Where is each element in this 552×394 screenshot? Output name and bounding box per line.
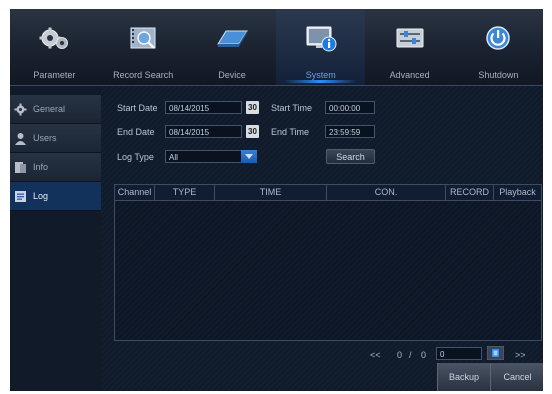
pager-first-button[interactable]: <<: [370, 350, 381, 360]
pager-total-pages: 0: [421, 350, 427, 360]
tab-label: Device: [218, 70, 246, 80]
tab-label: Record Search: [113, 70, 174, 80]
end-time-label: End Time: [271, 127, 310, 137]
log-type-label: Log Type: [117, 152, 154, 162]
sidebar: General Users Info Log: [10, 86, 101, 391]
start-date-label: Start Date: [117, 103, 158, 113]
backup-button[interactable]: Backup: [437, 363, 490, 391]
pager-last-button[interactable]: >>: [515, 350, 526, 360]
dvr-screen: Parameter Record Search Device System Ad…: [10, 9, 543, 391]
user-icon: [15, 132, 26, 145]
start-time-label: Start Time: [271, 103, 313, 113]
tab-parameter[interactable]: Parameter: [10, 9, 99, 85]
end-date-label: End Date: [117, 127, 155, 137]
tab-device[interactable]: Device: [188, 9, 277, 85]
tab-record-search[interactable]: Record Search: [99, 9, 188, 85]
start-date-calendar-icon[interactable]: 30: [246, 101, 259, 114]
column-header-playback: Playback: [499, 187, 536, 197]
column-header-time: TIME: [215, 185, 327, 200]
sidebar-item-log[interactable]: Log: [10, 182, 101, 211]
tab-advanced[interactable]: Advanced: [365, 9, 454, 85]
log-icon: [15, 190, 26, 202]
end-date-calendar-icon[interactable]: 30: [246, 125, 259, 138]
column-header-channel: Channel: [115, 185, 155, 200]
column-header-con: CON.: [327, 185, 446, 200]
log-table: Channel TYPE TIME CON. RECORD Playback: [114, 184, 542, 341]
main-menu-bar: Parameter Record Search Device System Ad…: [10, 9, 543, 86]
sidebar-item-users[interactable]: Users: [10, 124, 101, 153]
search-button[interactable]: Search: [326, 149, 375, 164]
active-tab-indicator: [284, 80, 358, 83]
start-date-field[interactable]: 08/14/2015: [165, 101, 242, 114]
gears-icon: [39, 27, 69, 49]
pager-separator: /: [409, 350, 412, 360]
tab-label: System: [305, 70, 336, 80]
end-time-field[interactable]: 23:59:59: [325, 125, 375, 138]
sliders-icon: [396, 28, 424, 48]
log-panel: Start Date 08/14/2015 30 Start Time 00:0…: [101, 86, 543, 391]
chevron-down-icon[interactable]: [241, 150, 257, 163]
sidebar-item-info[interactable]: Info: [10, 153, 101, 182]
sidebar-item-label: Info: [33, 162, 49, 172]
tab-label: Parameter: [33, 70, 76, 80]
go-page-icon[interactable]: [487, 346, 504, 360]
column-header-record: RECORD: [446, 185, 494, 200]
tab-shutdown[interactable]: Shutdown: [454, 9, 543, 85]
film-search-icon: [130, 27, 156, 49]
tab-system[interactable]: System: [276, 9, 366, 85]
cancel-button[interactable]: Cancel: [490, 363, 543, 391]
tab-label: Advanced: [389, 70, 430, 80]
info-icon: [15, 161, 26, 173]
column-header-type: TYPE: [155, 185, 215, 200]
end-date-field[interactable]: 08/14/2015: [165, 125, 242, 138]
start-time-field[interactable]: 00:00:00: [325, 101, 375, 114]
sidebar-item-label: General: [33, 104, 66, 114]
tab-label: Shutdown: [478, 70, 519, 80]
pager-current-page: 0: [397, 350, 403, 360]
sidebar-item-general[interactable]: General: [10, 95, 101, 124]
pager-goto-input[interactable]: 0: [436, 347, 482, 360]
sidebar-item-label: Log: [33, 191, 49, 201]
table-header: Channel TYPE TIME CON. RECORD Playback: [115, 185, 541, 201]
gear-icon: [14, 103, 27, 115]
sidebar-item-label: Users: [33, 133, 57, 143]
hard-drive-icon: [217, 30, 248, 47]
power-icon: [486, 26, 511, 50]
system-info-icon: [306, 26, 337, 52]
